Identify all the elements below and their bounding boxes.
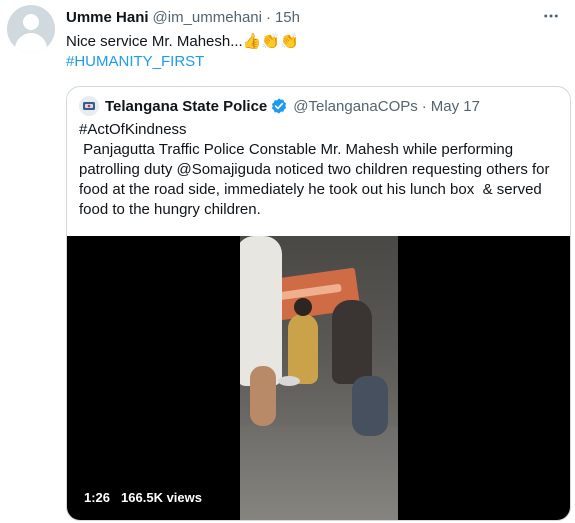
quoted-author-name[interactable]: Telangana State Police (105, 98, 267, 115)
emoji-thumbs-clap: 👍👏👏 (242, 33, 299, 50)
video-arm-shape (250, 366, 276, 426)
video-child-shape (288, 298, 318, 384)
verified-badge-icon (272, 98, 287, 114)
quoted-header-separator: · (421, 97, 427, 115)
video-player[interactable]: 1:26 166.5K views (67, 236, 570, 520)
video-plate-shape (278, 376, 300, 386)
quoted-author-avatar[interactable] (79, 96, 99, 116)
video-person-shape (240, 236, 282, 386)
author-avatar[interactable] (7, 5, 55, 53)
header-separator: · (265, 8, 271, 26)
quoted-text-line: patrolling duty @Somajiguda noticed two … (79, 161, 550, 178)
police-emblem-icon (83, 102, 95, 110)
tweet-text: Nice service Mr. Mahesh...👍👏👏 #HUMANITY_… (66, 32, 299, 72)
author-name[interactable]: Umme Hani (66, 9, 149, 26)
avatar-head-shape (23, 14, 39, 30)
quoted-text-line: Panjagutta Traffic Police Constable Mr. … (79, 141, 514, 158)
tweet-message: Nice service Mr. Mahesh... (66, 33, 243, 50)
quoted-tweet-text: #ActOfKindness Panjagutta Traffic Police… (79, 120, 563, 220)
quoted-tweet-date[interactable]: May 17 (431, 98, 480, 115)
video-frame (240, 236, 398, 520)
video-figure-shape (332, 300, 372, 384)
video-duration: 1:26 (84, 490, 111, 505)
avatar-shoulders-shape (15, 33, 47, 53)
quoted-text-line: food to the hungry children. (79, 201, 261, 218)
verified-badge (270, 97, 288, 115)
tweet-header: Umme Hani @im_ummehani · 15h (66, 7, 300, 27)
video-figure-shape (352, 376, 388, 436)
hashtag-link[interactable]: #HUMANITY_FIRST (66, 53, 204, 70)
video-ground-shape (240, 426, 398, 520)
quoted-text-line: food at the road side, immediately he to… (79, 181, 542, 198)
author-handle[interactable]: @im_ummehani (153, 9, 262, 26)
quoted-hashtag-link[interactable]: #ActOfKindness (79, 120, 563, 140)
tweet-text-line: Nice service Mr. Mahesh...👍👏👏 (66, 32, 299, 52)
more-options-button[interactable] (541, 6, 561, 26)
quoted-author-handle[interactable]: @TelanganaCOPs (293, 98, 417, 115)
more-horizontal-icon (544, 14, 558, 18)
quoted-tweet[interactable]: Telangana State Police @TelanganaCOPs · … (66, 86, 571, 521)
quoted-tweet-header: Telangana State Police @TelanganaCOPs · … (79, 96, 480, 116)
tweet[interactable]: Umme Hani @im_ummehani · 15h Nice servic… (0, 0, 575, 523)
video-meta: 1:26 166.5K views (84, 490, 202, 505)
tweet-time[interactable]: 15h (275, 9, 300, 26)
video-view-count: 166.5K views (121, 490, 202, 505)
